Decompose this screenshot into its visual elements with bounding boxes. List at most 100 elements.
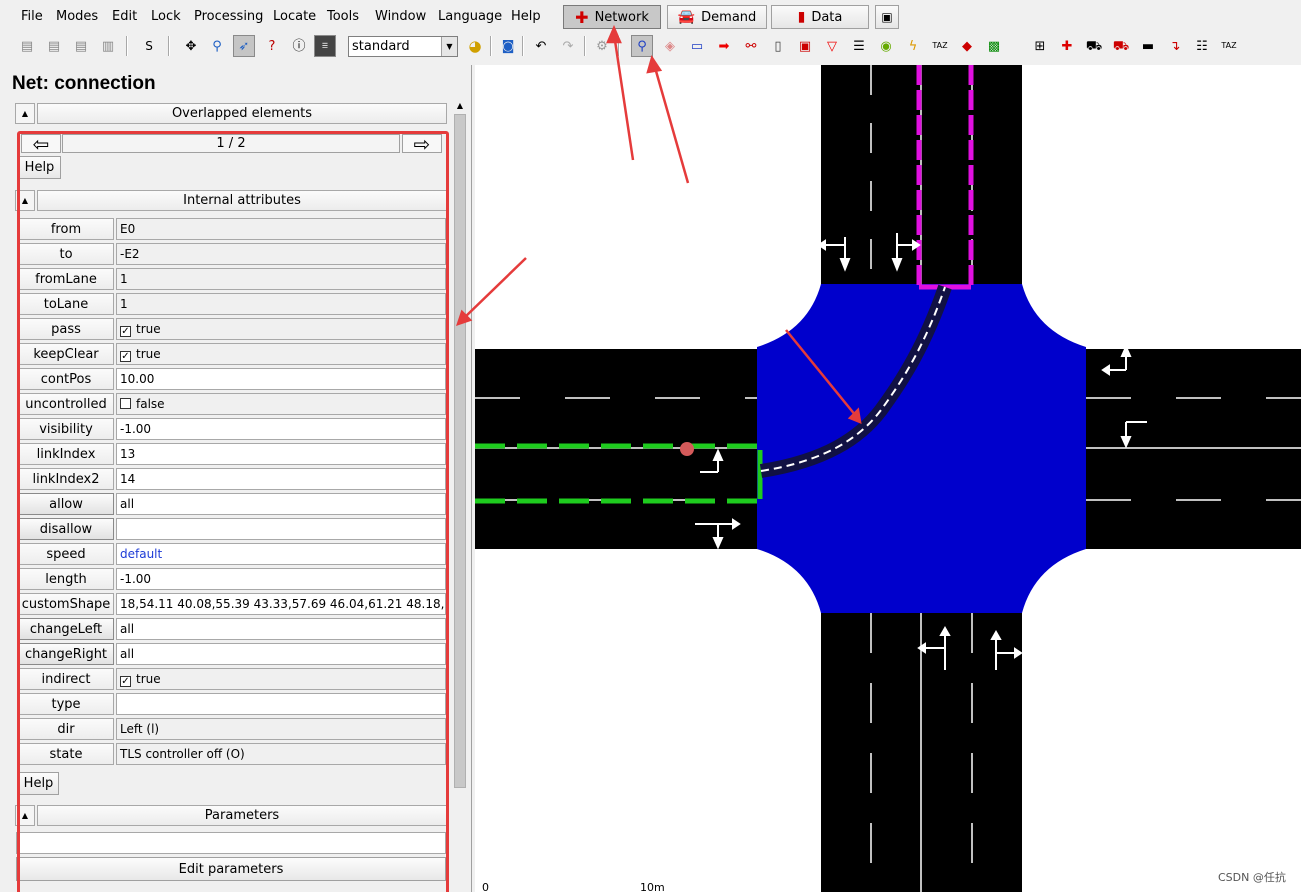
vehicle-red-icon[interactable]: ⛟ <box>1110 35 1132 57</box>
attribute-value-disallow[interactable] <box>116 518 446 540</box>
taz-mode-icon[interactable]: TAZ <box>929 35 951 57</box>
attribute-value-keepclear[interactable]: ✓ true <box>116 343 446 365</box>
attribute-value-length[interactable]: -1.00 <box>116 568 446 590</box>
attribute-value-linkindex[interactable]: 13 <box>116 443 446 465</box>
attribute-value-type[interactable] <box>116 693 446 715</box>
connection-mode-icon[interactable]: ▣ <box>794 35 816 57</box>
save-short-button[interactable]: S <box>138 35 160 57</box>
menu-processing[interactable]: Processing <box>194 9 263 24</box>
parameters-field[interactable] <box>16 832 446 854</box>
taz-edit-icon[interactable]: TAZ <box>1218 35 1240 57</box>
panel-title: Net: connection <box>12 73 156 94</box>
save-additionals-icon[interactable]: ▤ <box>43 35 65 57</box>
decal-mode-icon[interactable]: ▩ <box>983 35 1005 57</box>
lane-icon[interactable]: ▬ <box>1137 35 1159 57</box>
attribute-value-customshape[interactable]: 18,54.11 40.08,55.39 43.33,57.69 46.04,6… <box>116 593 446 615</box>
inspect-mode-icon[interactable]: ⚲ <box>631 35 653 57</box>
attribute-value-changeright[interactable]: all <box>116 643 446 665</box>
checkbox-icon[interactable]: ✓ <box>120 351 131 362</box>
data-mode-label: Data <box>811 9 843 25</box>
prohibition-mode-icon[interactable]: ▽ <box>821 35 843 57</box>
additional-mode-icon[interactable]: ◉ <box>875 35 897 57</box>
checkbox-icon[interactable] <box>120 398 131 409</box>
grid-icon[interactable]: ⊞ <box>1029 35 1051 57</box>
attribute-label-customshape: customShape <box>18 593 114 615</box>
save-all-icon[interactable]: ▥ <box>97 35 119 57</box>
menu-lock[interactable]: Lock <box>151 9 181 24</box>
attribute-label-allow[interactable]: allow <box>18 493 114 515</box>
collapse-overlapped-button[interactable]: ▲ <box>15 103 35 124</box>
attribute-value-pass[interactable]: ✓ true <box>116 318 446 340</box>
edit-parameters-button[interactable]: Edit parameters <box>16 857 446 881</box>
network-canvas[interactable]: 0 10m CSDN @任抗 <box>475 65 1301 892</box>
list-icon[interactable]: ☷ <box>1191 35 1213 57</box>
menu-help[interactable]: Help <box>511 9 541 24</box>
arrow-right-icon: ⇨ <box>413 131 431 156</box>
data-mode-button[interactable]: ▮ Data <box>771 5 869 29</box>
delete-mode-icon[interactable]: ◈ <box>659 35 681 57</box>
attribute-label-disallow[interactable]: disallow <box>18 518 114 540</box>
shape-mode-icon[interactable]: ◆ <box>956 35 978 57</box>
menu-locate[interactable]: Locate <box>273 9 316 24</box>
attribute-value-visibility[interactable]: -1.00 <box>116 418 446 440</box>
camera-icon[interactable]: ◙ <box>497 35 519 57</box>
attribute-value-linkindex2[interactable]: 14 <box>116 468 446 490</box>
window-toggle-button[interactable]: ▣ <box>875 5 899 29</box>
menu-file[interactable]: File <box>21 9 43 24</box>
previous-element-button[interactable]: ⇦ <box>21 134 61 154</box>
move-icon[interactable]: ✥ <box>180 35 202 57</box>
menu-language[interactable]: Language <box>438 9 502 24</box>
chevron-down-icon: ▼ <box>441 37 457 56</box>
collapse-internal-button[interactable]: ▲ <box>15 190 35 211</box>
undo-icon[interactable]: ↶ <box>530 35 552 57</box>
help-cursor-icon[interactable]: ? <box>261 35 283 57</box>
attribute-value-allow[interactable]: all <box>116 493 446 515</box>
overlapped-elements-header: Overlapped elements <box>37 103 447 124</box>
move-mode-icon[interactable]: ➡ <box>713 35 735 57</box>
wire-mode-icon[interactable]: ϟ <box>902 35 924 57</box>
attribute-label-changeright[interactable]: changeRight <box>18 643 114 665</box>
attribute-label-uncontrolled: uncontrolled <box>18 393 114 415</box>
attribute-label-keepclear: keepClear <box>18 343 114 365</box>
save-network-icon[interactable]: ▤ <box>16 35 38 57</box>
visual-scheme-select[interactable]: standard ▼ <box>348 36 458 57</box>
menu-modes[interactable]: Modes <box>56 9 98 24</box>
create-edge-icon[interactable]: ⚯ <box>740 35 762 57</box>
attribute-row-indirect: indirect ✓ true <box>18 668 446 690</box>
checkbox-icon[interactable]: ✓ <box>120 326 131 337</box>
color-wheel-icon[interactable]: ◕ <box>464 35 486 57</box>
junction-icon[interactable]: ✚ <box>1056 35 1078 57</box>
panel-scrollbar[interactable]: ▲ <box>453 98 467 892</box>
locate-icon[interactable]: ⚙ <box>591 35 613 57</box>
network-mode-button[interactable]: ✚ Network <box>563 5 661 29</box>
attribute-value-changeleft[interactable]: all <box>116 618 446 640</box>
menu-icon[interactable]: ☰ <box>314 35 336 57</box>
scroll-thumb[interactable] <box>454 114 466 788</box>
menu-edit[interactable]: Edit <box>112 9 137 24</box>
tooltip-icon[interactable]: ⓘ <box>288 35 310 57</box>
attribute-value-uncontrolled[interactable]: false <box>116 393 446 415</box>
scroll-up-icon[interactable]: ▲ <box>453 98 467 112</box>
menu-window[interactable]: Window <box>375 9 426 24</box>
attribute-value-indirect[interactable]: ✓ true <box>116 668 446 690</box>
help-button-attributes[interactable]: Help <box>18 772 59 795</box>
attribute-value-speed[interactable]: default <box>116 543 446 565</box>
help-button-overlapped[interactable]: Help <box>18 156 61 179</box>
redo-icon[interactable]: ↷ <box>557 35 579 57</box>
select-mode-icon[interactable]: ▭ <box>686 35 708 57</box>
turn-icon[interactable]: ↴ <box>1164 35 1186 57</box>
collapse-parameters-button[interactable]: ▲ <box>15 805 35 826</box>
attribute-value-contpos[interactable]: 10.00 <box>116 368 446 390</box>
demand-mode-button[interactable]: 🚘 Demand <box>667 5 767 29</box>
menu-tools[interactable]: Tools <box>327 9 359 24</box>
zoom-icon[interactable]: ⚲ <box>206 35 228 57</box>
traffic-light-icon[interactable]: ▯ <box>767 35 789 57</box>
network-icon: ✚ <box>575 7 589 27</box>
next-element-button[interactable]: ⇨ <box>402 131 442 156</box>
vehicle-icon[interactable]: ⛟ <box>1083 35 1105 57</box>
checkbox-icon[interactable]: ✓ <box>120 676 131 687</box>
select-cursor-icon[interactable]: ➶ <box>233 35 255 57</box>
attribute-label-changeleft[interactable]: changeLeft <box>18 618 114 640</box>
save-demand-icon[interactable]: ▤ <box>70 35 92 57</box>
crossing-mode-icon[interactable]: ☰ <box>848 35 870 57</box>
